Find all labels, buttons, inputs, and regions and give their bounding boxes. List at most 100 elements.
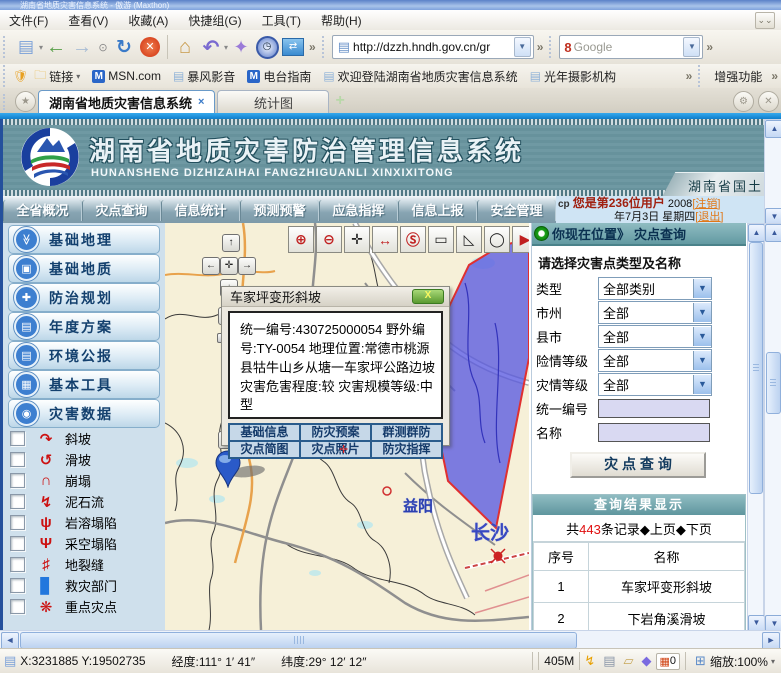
zoom-out-tool[interactable]: ⊖ — [316, 226, 342, 253]
nav-statistics[interactable]: 信息统计 — [161, 200, 240, 221]
scrollbar-thumb[interactable] — [20, 632, 577, 649]
chevron-down-icon[interactable]: ▼ — [693, 327, 711, 346]
panel-scrollbar[interactable]: ▲ ▼ — [747, 223, 764, 632]
chevron-down-icon[interactable]: ▼ — [693, 351, 711, 370]
exit-link[interactable]: [退出] — [695, 211, 723, 223]
layer-checkbox[interactable] — [10, 536, 25, 551]
nav-security[interactable]: 安全管理 — [477, 200, 556, 221]
pan-center-button[interactable]: ✛ — [220, 257, 238, 275]
scroll-up-button[interactable]: ▲ — [765, 120, 781, 138]
nav-overview[interactable]: 全省概况 — [3, 200, 82, 221]
county-select[interactable]: 全部▼ — [598, 325, 712, 348]
zoom-level[interactable]: 缩放:100% — [710, 653, 768, 670]
wrench-button[interactable]: ⚙ — [733, 91, 754, 112]
home-button[interactable]: ⌂ — [172, 34, 198, 60]
disaster-level-select[interactable]: 全部▼ — [598, 373, 712, 396]
sidebar-item-annual-plan[interactable]: ▤年度方案 — [8, 312, 160, 341]
window-list-button[interactable]: ⇄ — [280, 34, 306, 60]
enhanced-features[interactable]: 增强功能 — [708, 68, 768, 85]
tab-main[interactable]: 湖南省地质灾害信息系统× — [38, 90, 215, 113]
select-rect-tool[interactable]: ▭ — [428, 226, 454, 253]
refresh-button[interactable]: ↻ — [111, 34, 137, 60]
extra-overflow[interactable]: » — [768, 69, 781, 83]
new-tab-button[interactable]: + — [335, 92, 344, 110]
scrollbar-thumb[interactable] — [766, 352, 781, 414]
city-select[interactable]: 全部▼ — [598, 301, 712, 324]
back-button[interactable]: ← — [43, 34, 69, 60]
chevron-down-icon[interactable]: ▼ — [693, 375, 711, 394]
magic-wand-button[interactable]: ✦ — [228, 34, 254, 60]
menu-help[interactable]: 帮助(H) — [312, 10, 371, 31]
menu-groups[interactable]: 快捷组(G) — [179, 10, 250, 31]
favorites-star-button[interactable]: ★ — [15, 91, 36, 112]
history-dropdown-button[interactable]: ⊙ — [95, 34, 111, 60]
links-folder[interactable]: 🗀链接▾ — [28, 66, 86, 87]
link-guangnian[interactable]: ▤光年摄影机构 — [524, 68, 622, 85]
select-point-tool[interactable]: ▶ — [512, 226, 529, 253]
popup-tab-site-photo[interactable]: 灾点照片✛ — [300, 441, 371, 458]
prev-page-link[interactable]: ◆上页 — [640, 522, 676, 537]
layer-checkbox[interactable] — [10, 473, 25, 488]
popup-title-bar[interactable]: 车家坪变形斜坡 X — [222, 287, 449, 307]
layer-checkbox[interactable] — [10, 599, 25, 614]
nav-forecast[interactable]: 预测预警 — [240, 200, 319, 221]
stop-button[interactable]: ✕ — [137, 34, 163, 60]
select-circle-tool[interactable]: ◯ — [484, 226, 510, 253]
address-bar[interactable]: ▤ http://dzzh.hndh.gov.cn/gr ▼ — [332, 35, 534, 59]
popup-tab-site-sketch[interactable]: 灾点简图 — [229, 441, 300, 458]
search-engine-icon[interactable]: 8 — [564, 40, 571, 55]
sidebar-item-base-geography[interactable]: ≫基础地理 — [8, 225, 160, 254]
page-scrollbar[interactable]: ▲ ▼ — [764, 223, 781, 632]
pan-right-button[interactable]: → — [238, 257, 256, 275]
forward-button[interactable]: → — [69, 34, 95, 60]
logout-link[interactable]: [注销] — [692, 198, 720, 210]
chevron-down-icon[interactable]: ▼ — [693, 279, 711, 298]
zoom-dropdown-icon[interactable]: ▾ — [771, 657, 775, 666]
danger-level-select[interactable]: 全部▼ — [598, 349, 712, 372]
sidebar-item-disaster-data[interactable]: ◉灾害数据 — [8, 399, 160, 428]
printer-icon[interactable]: ▤ — [603, 653, 615, 669]
pan-tool[interactable]: ✛ — [344, 226, 370, 253]
horizontal-scrollbar[interactable]: ◄ ► — [0, 630, 781, 649]
address-text[interactable]: http://dzzh.hndh.gov.cn/gr — [353, 40, 490, 54]
search-dropdown[interactable]: ▼ — [683, 37, 700, 57]
layer-checkbox[interactable] — [10, 557, 25, 572]
sidebar-item-base-geology[interactable]: ▣基础地质 — [8, 254, 160, 283]
menu-view[interactable]: 查看(V) — [59, 10, 117, 31]
chevron-down-icon[interactable]: ▼ — [693, 303, 711, 322]
popup-close-button[interactable]: X — [412, 289, 444, 304]
popup-tab-command[interactable]: 防灾指挥 — [371, 441, 442, 458]
next-page-link[interactable]: ◆下页 — [676, 522, 712, 537]
undo-button[interactable]: ↶ — [198, 34, 224, 60]
pan-left-button[interactable]: ← — [202, 257, 220, 275]
menu-tools[interactable]: 工具(T) — [253, 10, 310, 31]
menu-favorites[interactable]: 收藏(A) — [119, 10, 177, 31]
new-page-button[interactable]: ▤ — [13, 34, 39, 60]
search-overflow[interactable]: » — [703, 40, 716, 54]
popup-tab-prevention-plan[interactable]: 防灾预案 — [300, 424, 371, 441]
layer-checkbox[interactable] — [10, 494, 25, 509]
history-clock-button[interactable]: ◷ — [254, 34, 280, 60]
scroll-up-button[interactable]: ▲ — [748, 224, 765, 242]
popup-tab-basic-info[interactable]: 基础信息 — [229, 424, 300, 441]
select-s-tool[interactable]: Ⓢ — [400, 226, 426, 253]
nav-disaster-query[interactable]: 灾点查询 — [82, 200, 161, 221]
banner-frame-scrollbar[interactable]: ▲ ▼ — [764, 119, 781, 225]
nav-report[interactable]: 信息上报 — [398, 200, 477, 221]
name-input[interactable] — [598, 423, 710, 442]
type-select[interactable]: 全部类别▼ — [598, 277, 712, 300]
uid-input[interactable] — [598, 399, 710, 418]
layer-checkbox[interactable] — [10, 452, 25, 467]
pan-up-button[interactable]: ↑ — [222, 234, 240, 252]
map-viewport[interactable]: ⊕ ⊖ ✛ ↔ Ⓢ ▭ ◺ ◯ ▶ ↑ ← ✛ → ↓ − + 益阳 长沙 车 — [165, 223, 529, 630]
new-folder-icon[interactable]: ▱ — [624, 653, 634, 669]
tab-close-icon[interactable]: × — [198, 96, 204, 108]
sidebar-item-basic-tools[interactable]: ▦基本工具 — [8, 370, 160, 399]
address-overflow[interactable]: » — [534, 40, 547, 54]
link-radio-guide[interactable]: M电台指南 — [241, 68, 317, 85]
sidebar-item-environment-bulletin[interactable]: ▤环境公报 — [8, 341, 160, 370]
search-box[interactable]: 8 Google ▼ — [559, 35, 703, 59]
links-overflow[interactable]: » — [683, 69, 696, 83]
nav-emergency[interactable]: 应急指挥 — [319, 200, 398, 221]
link-baofeng[interactable]: ▤暴风影音 — [167, 68, 241, 85]
